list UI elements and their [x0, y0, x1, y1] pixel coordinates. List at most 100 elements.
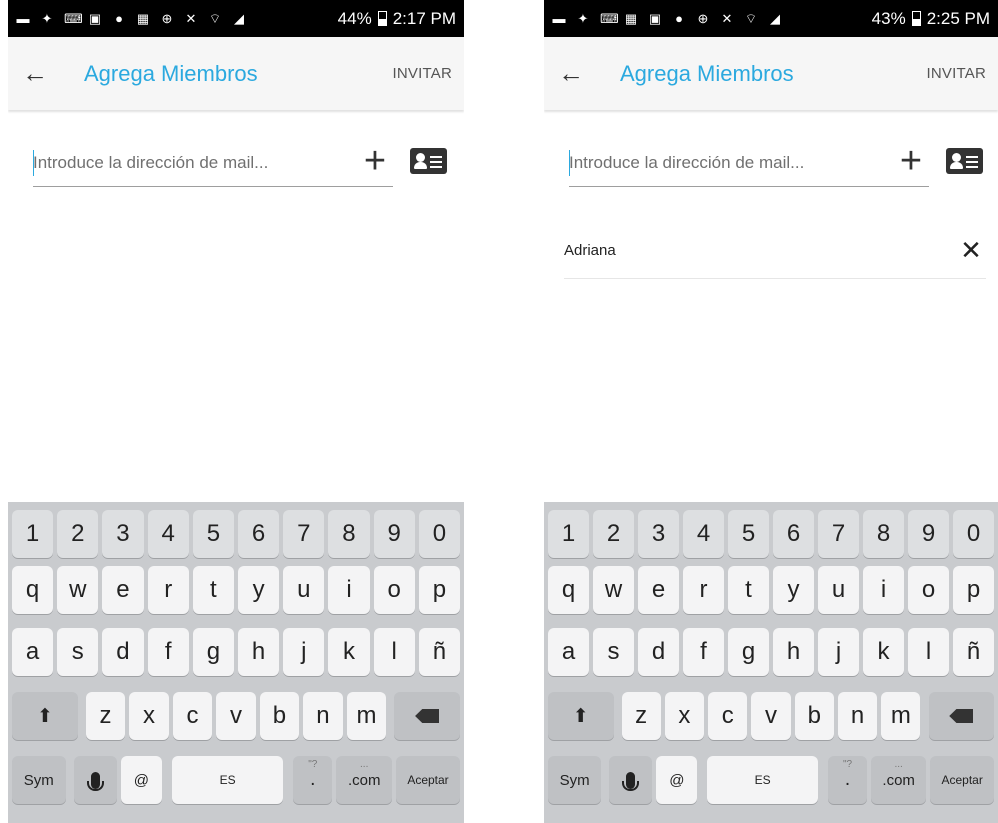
backspace-key[interactable] [928, 692, 994, 740]
key-number-row[interactable]: 1 [548, 510, 589, 558]
key-row1[interactable]: y [238, 566, 280, 614]
key-row1[interactable]: t [728, 566, 769, 614]
key-row1[interactable]: u [283, 566, 325, 614]
key-row3[interactable]: c [172, 692, 213, 740]
period-key[interactable]: "?. [828, 756, 867, 804]
shift-key[interactable]: ⬆ [548, 692, 614, 740]
enter-key[interactable]: Aceptar [396, 756, 460, 804]
key-row2[interactable]: j [818, 628, 859, 676]
key-row2[interactable]: k [863, 628, 904, 676]
key-row1[interactable]: p [418, 566, 460, 614]
key-row1[interactable]: i [863, 566, 904, 614]
key-row2[interactable]: h [773, 628, 814, 676]
backspace-key[interactable] [394, 692, 460, 740]
shift-key[interactable]: ⬆ [12, 692, 78, 740]
key-number-row[interactable]: 7 [283, 510, 325, 558]
key-number-row[interactable]: 0 [418, 510, 460, 558]
dotcom-key[interactable]: ... .com [871, 756, 927, 804]
key-row2[interactable]: ñ [953, 628, 994, 676]
key-row2[interactable]: f [683, 628, 724, 676]
sym-key[interactable]: Sym [12, 756, 66, 804]
key-row2[interactable]: a [12, 628, 54, 676]
key-row2[interactable]: h [238, 628, 280, 676]
key-number-row[interactable]: 6 [238, 510, 280, 558]
key-number-row[interactable]: 5 [192, 510, 234, 558]
key-row2[interactable]: l [908, 628, 949, 676]
key-row3[interactable]: m [346, 692, 387, 740]
key-number-row[interactable]: 1 [12, 510, 54, 558]
key-row3[interactable]: b [259, 692, 300, 740]
period-key[interactable]: "?. [293, 756, 333, 804]
key-row2[interactable]: a [548, 628, 589, 676]
key-row3[interactable]: n [837, 692, 878, 740]
at-key[interactable]: @ [120, 756, 162, 804]
key-row3[interactable]: n [303, 692, 343, 740]
key-number-row[interactable]: 8 [328, 510, 370, 558]
key-row3[interactable]: v [216, 692, 256, 740]
key-row1[interactable]: p [953, 566, 994, 614]
key-row1[interactable]: e [638, 566, 679, 614]
back-arrow-icon[interactable]: ← [8, 58, 62, 89]
key-number-row[interactable]: 4 [147, 510, 189, 558]
key-row2[interactable]: g [192, 628, 234, 676]
contact-card-icon[interactable] [946, 148, 983, 174]
remove-close-icon[interactable]: ✕ [956, 235, 986, 266]
key-row1[interactable]: t [192, 566, 234, 614]
contact-card-icon[interactable] [410, 148, 447, 174]
key-row1[interactable]: e [102, 566, 144, 614]
key-row3[interactable]: x [664, 692, 705, 740]
key-row1[interactable]: i [328, 566, 370, 614]
key-row2[interactable]: ñ [418, 628, 460, 676]
dotcom-key[interactable]: ... .com [336, 756, 392, 804]
key-row1[interactable]: r [683, 566, 724, 614]
add-plus-icon[interactable]: + [892, 140, 930, 186]
voice-input-key[interactable] [609, 756, 653, 804]
key-row2[interactable]: j [283, 628, 325, 676]
key-number-row[interactable]: 2 [593, 510, 634, 558]
key-row1[interactable]: o [908, 566, 949, 614]
key-row1[interactable]: q [548, 566, 589, 614]
key-row2[interactable]: d [638, 628, 679, 676]
key-number-row[interactable]: 2 [57, 510, 99, 558]
invite-button[interactable]: INVITAR [927, 65, 998, 82]
key-row2[interactable]: g [728, 628, 769, 676]
key-row2[interactable]: f [147, 628, 189, 676]
key-row2[interactable]: k [328, 628, 370, 676]
key-row1[interactable]: w [593, 566, 634, 614]
space-key[interactable]: ES [172, 756, 284, 804]
key-row1[interactable]: q [12, 566, 54, 614]
invite-button[interactable]: INVITAR [393, 65, 464, 82]
key-row1[interactable]: u [818, 566, 859, 614]
key-number-row[interactable]: 7 [818, 510, 859, 558]
space-key[interactable]: ES [707, 756, 819, 804]
key-number-row[interactable]: 9 [373, 510, 415, 558]
key-number-row[interactable]: 8 [863, 510, 904, 558]
at-key[interactable]: @ [656, 756, 698, 804]
key-number-row[interactable]: 3 [102, 510, 144, 558]
key-row1[interactable]: r [147, 566, 189, 614]
key-row3[interactable]: c [708, 692, 748, 740]
back-arrow-icon[interactable]: ← [544, 58, 598, 89]
key-row1[interactable]: y [773, 566, 814, 614]
email-input[interactable] [33, 140, 393, 187]
enter-key[interactable]: Aceptar [930, 756, 994, 804]
key-number-row[interactable]: 4 [683, 510, 724, 558]
key-row2[interactable]: s [593, 628, 634, 676]
key-row1[interactable]: o [373, 566, 415, 614]
key-row3[interactable]: m [881, 692, 921, 740]
key-row2[interactable]: d [102, 628, 144, 676]
key-row2[interactable]: l [373, 628, 415, 676]
sym-key[interactable]: Sym [548, 756, 602, 804]
key-row2[interactable]: s [57, 628, 99, 676]
key-number-row[interactable]: 6 [773, 510, 814, 558]
key-row3[interactable]: x [129, 692, 169, 740]
key-row3[interactable]: v [751, 692, 791, 740]
key-number-row[interactable]: 0 [953, 510, 994, 558]
email-input[interactable] [569, 140, 929, 187]
voice-input-key[interactable] [73, 756, 117, 804]
key-row3[interactable]: z [621, 692, 661, 740]
add-plus-icon[interactable]: + [356, 140, 394, 186]
key-row3[interactable]: z [85, 692, 126, 740]
key-row3[interactable]: b [794, 692, 834, 740]
key-number-row[interactable]: 3 [638, 510, 679, 558]
